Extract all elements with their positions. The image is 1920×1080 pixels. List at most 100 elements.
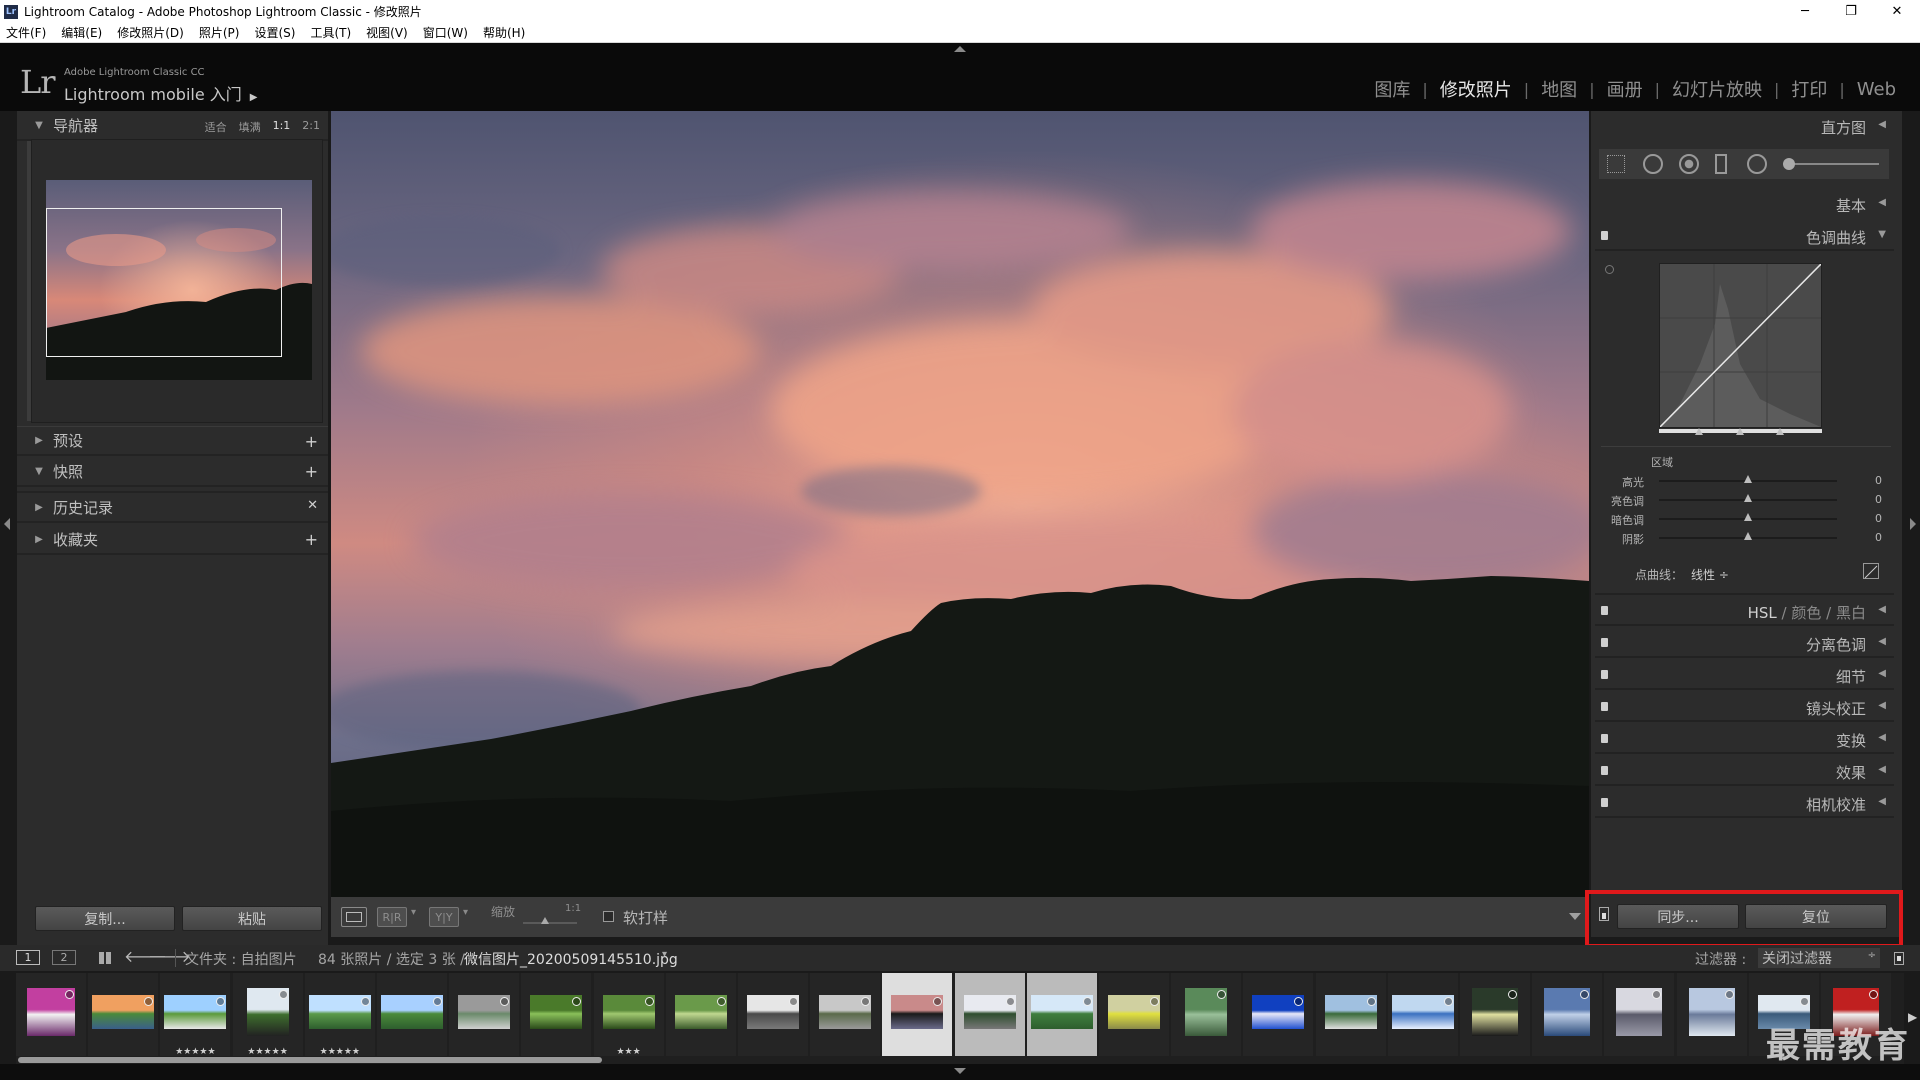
filmstrip-thumbnail[interactable]: ★★★★★ bbox=[160, 973, 231, 1057]
slider-thumb[interactable] bbox=[1744, 494, 1752, 502]
zoom-slider-thumb[interactable] bbox=[541, 917, 549, 924]
filmstrip-thumbnail[interactable] bbox=[377, 973, 447, 1056]
main-photo-view[interactable] bbox=[331, 111, 1589, 897]
filmstrip-thumbnail[interactable] bbox=[1099, 973, 1169, 1056]
copy-settings-button[interactable]: 复制... bbox=[35, 906, 175, 931]
panel-switch-icon[interactable] bbox=[1601, 606, 1608, 615]
tone-curve-graph[interactable] bbox=[1659, 263, 1822, 428]
before-after-lr-icon[interactable]: R|R bbox=[377, 907, 407, 927]
histogram-header[interactable]: 直方图 ◀ bbox=[1595, 111, 1894, 141]
lightroom-mobile-link[interactable]: Lightroom mobile 入门 ▶ bbox=[64, 81, 257, 105]
split-handle-right[interactable] bbox=[1776, 428, 1784, 435]
menu-develop[interactable]: 修改照片(D) bbox=[117, 24, 184, 41]
snapshots-header[interactable]: ▼ 快照 + bbox=[17, 457, 328, 487]
target-adjust-icon[interactable] bbox=[1605, 265, 1614, 274]
zoom-2to1[interactable]: 2:1 bbox=[302, 119, 320, 135]
loupe-view-icon[interactable] bbox=[341, 907, 367, 927]
zoom-slider-track[interactable] bbox=[523, 922, 577, 924]
menu-window[interactable]: 窗口(W) bbox=[423, 24, 468, 41]
slider-thumb[interactable] bbox=[1744, 513, 1752, 521]
camera-calibration-header[interactable]: 相机校准 ◀ bbox=[1595, 788, 1894, 818]
menu-file[interactable]: 文件(F) bbox=[6, 24, 46, 41]
collections-header[interactable]: ▶ 收藏夹 + bbox=[17, 525, 328, 555]
scrollbar-thumb[interactable] bbox=[18, 1057, 602, 1063]
toolbar-options-dropdown-icon[interactable] bbox=[1569, 913, 1581, 920]
collapse-left-panel-icon[interactable] bbox=[4, 518, 10, 530]
module-library[interactable]: 图库 bbox=[1362, 76, 1422, 102]
panel-switch-icon[interactable] bbox=[1601, 231, 1608, 240]
adjustment-brush-icon[interactable] bbox=[1783, 158, 1795, 170]
graduated-filter-icon[interactable] bbox=[1715, 154, 1727, 174]
panel-switch-icon[interactable] bbox=[1601, 670, 1608, 679]
presets-header[interactable]: ▶ 预设 + bbox=[17, 426, 328, 456]
navigator-view-box[interactable] bbox=[46, 208, 282, 357]
close-button[interactable]: ✕ bbox=[1874, 0, 1920, 23]
slider-thumb[interactable] bbox=[1744, 532, 1752, 540]
lens-corrections-header[interactable]: 镜头校正 ◀ bbox=[1595, 692, 1894, 722]
minimize-button[interactable]: ─ bbox=[1782, 0, 1828, 23]
hsl-tab[interactable]: HSL bbox=[1748, 604, 1777, 622]
panel-switch-icon[interactable] bbox=[1601, 734, 1608, 743]
highlights-slider[interactable]: 高光 0 bbox=[1591, 472, 1890, 490]
red-eye-icon[interactable] bbox=[1679, 154, 1699, 174]
effects-header[interactable]: 效果 ◀ bbox=[1595, 756, 1894, 786]
filmstrip-thumbnail[interactable] bbox=[1604, 973, 1675, 1056]
filmstrip-thumbnail[interactable] bbox=[1171, 973, 1242, 1056]
hsl-header[interactable]: HSL / 颜色 / 黑白 ◀ bbox=[1595, 596, 1894, 626]
before-after-copy-icon[interactable]: Y|Y bbox=[429, 907, 459, 927]
brush-slider-track[interactable] bbox=[1789, 163, 1879, 165]
panel-switch-icon[interactable] bbox=[1601, 702, 1608, 711]
module-book[interactable]: 画册 bbox=[1595, 76, 1655, 102]
zoom-fit[interactable]: 适合 bbox=[205, 119, 227, 135]
menu-edit[interactable]: 编辑(E) bbox=[61, 24, 102, 41]
filmstrip-thumbnail[interactable] bbox=[882, 973, 953, 1056]
filter-select[interactable]: 关闭过滤器 ÷ bbox=[1758, 948, 1880, 968]
detail-header[interactable]: 细节 ◀ bbox=[1595, 660, 1894, 690]
split-toning-header[interactable]: 分离色调 ◀ bbox=[1595, 628, 1894, 658]
filmstrip-thumbnail[interactable] bbox=[521, 973, 592, 1056]
filmstrip-thumbnail[interactable]: ★★★★★ bbox=[232, 973, 303, 1057]
menu-help[interactable]: 帮助(H) bbox=[483, 24, 525, 41]
collapse-bottom-panel-icon[interactable] bbox=[954, 1068, 966, 1074]
basic-header[interactable]: 基本 ◀ bbox=[1595, 189, 1894, 219]
spot-removal-icon[interactable] bbox=[1643, 154, 1663, 174]
panel-switch-icon[interactable] bbox=[1601, 766, 1608, 775]
module-slideshow[interactable]: 幻灯片放映 bbox=[1660, 76, 1774, 102]
filmstrip-thumbnail[interactable] bbox=[1243, 973, 1314, 1056]
panel-switch-icon[interactable] bbox=[1601, 798, 1608, 807]
add-preset-icon[interactable]: + bbox=[305, 432, 318, 451]
softproof-checkbox[interactable] bbox=[603, 911, 614, 922]
add-collection-icon[interactable]: + bbox=[305, 530, 318, 549]
module-web[interactable]: Web bbox=[1845, 79, 1908, 100]
filmstrip-thumbnail[interactable] bbox=[1460, 973, 1530, 1056]
add-snapshot-icon[interactable]: + bbox=[305, 462, 318, 481]
module-print[interactable]: 打印 bbox=[1779, 76, 1839, 102]
history-header[interactable]: ▶ 历史记录 ✕ bbox=[17, 493, 328, 523]
clear-history-icon[interactable]: ✕ bbox=[307, 498, 318, 513]
panel-switch-icon[interactable] bbox=[1601, 638, 1608, 647]
zoom-1to1[interactable]: 1:1 bbox=[273, 119, 291, 135]
filmstrip-thumbnail[interactable] bbox=[449, 973, 520, 1056]
radial-filter-icon[interactable] bbox=[1747, 154, 1767, 174]
module-develop[interactable]: 修改照片 bbox=[1428, 76, 1524, 102]
module-map[interactable]: 地图 bbox=[1529, 76, 1589, 102]
primary-window-button[interactable]: 1 bbox=[16, 950, 40, 965]
tone-curve-header[interactable]: 色调曲线 ▼ bbox=[1595, 221, 1894, 251]
filmstrip-thumbnail[interactable] bbox=[88, 973, 159, 1056]
filename-dropdown-icon[interactable]: ▾ bbox=[662, 949, 667, 960]
menu-photo[interactable]: 照片(P) bbox=[199, 24, 240, 41]
filmstrip-thumbnail[interactable] bbox=[1315, 973, 1386, 1056]
filmstrip-thumbnail[interactable] bbox=[1676, 973, 1747, 1056]
filmstrip-thumbnail[interactable]: ★★★★★ bbox=[304, 973, 375, 1057]
maximize-button[interactable]: ❐ bbox=[1828, 0, 1874, 23]
filmstrip-thumbnail[interactable] bbox=[665, 973, 736, 1056]
transform-header[interactable]: 变换 ◀ bbox=[1595, 724, 1894, 754]
source-folder-label[interactable]: 文件夹 : 自拍图片 bbox=[185, 949, 297, 969]
navigator-header[interactable]: ▼ 导航器 适合 填满 1:1 2:1 bbox=[17, 111, 328, 141]
lights-slider[interactable]: 亮色调 0 bbox=[1591, 491, 1890, 509]
zoom-fill[interactable]: 填满 bbox=[239, 119, 261, 135]
filmstrip-scrollbar[interactable] bbox=[16, 1056, 1904, 1064]
bw-tab[interactable]: 黑白 bbox=[1836, 604, 1866, 622]
paste-settings-button[interactable]: 粘贴 bbox=[182, 906, 322, 931]
filter-lock-icon[interactable] bbox=[1894, 952, 1904, 965]
